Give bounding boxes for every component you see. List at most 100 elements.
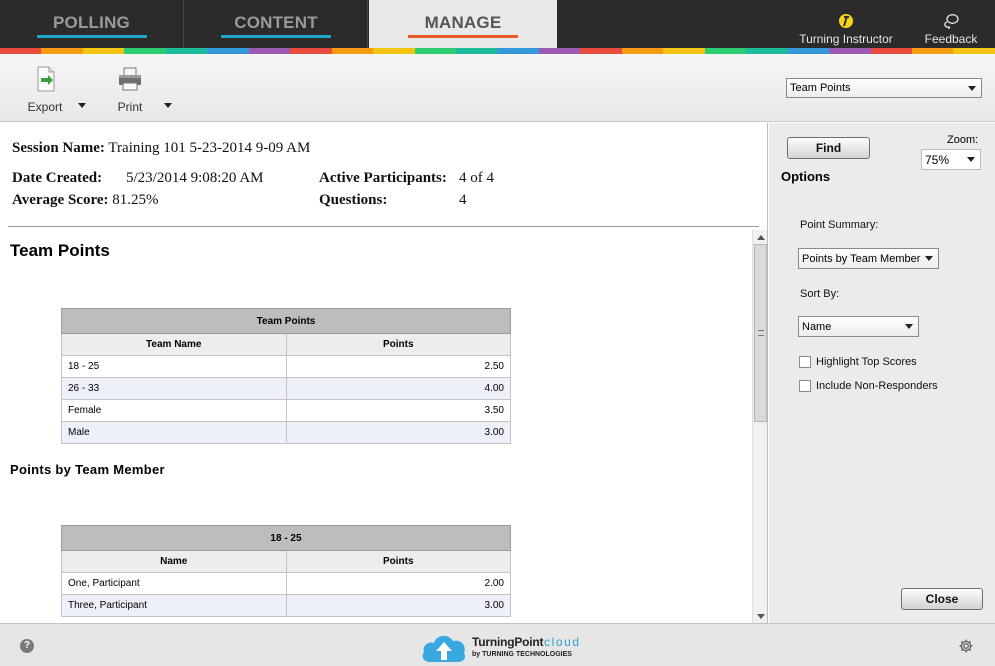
chat-bubble-icon	[944, 14, 959, 29]
footer: ? TurningPoint cloud by TURNING TECHNOLO…	[0, 623, 995, 666]
chevron-down-icon	[925, 256, 933, 261]
sort-by-label: Sort By:	[800, 288, 840, 300]
team-name-header: Team Name	[61, 333, 287, 356]
tab-polling-label: POLLING	[53, 13, 130, 32]
gear-icon[interactable]	[958, 638, 974, 654]
highlight-top-scores-checkbox[interactable]	[799, 356, 811, 368]
team-name-cell: 18 - 25	[61, 355, 287, 378]
table-row: Three, Participant 3.00	[61, 594, 512, 617]
options-title: Options	[781, 169, 831, 184]
team-name-cell: 26 - 33	[61, 377, 287, 400]
grip-icon	[758, 330, 764, 336]
report-subtitle: Points by Team Member	[10, 462, 165, 477]
zoom-value: 75%	[925, 153, 950, 167]
date-created: Date Created:	[12, 170, 102, 187]
brand-name: TurningPoint	[472, 635, 544, 649]
tab-manage-underline	[408, 35, 518, 38]
feedback-button[interactable]: Feedback	[918, 0, 984, 48]
table-row: 18 - 25 2.50	[61, 355, 511, 378]
export-button[interactable]: Export	[20, 64, 70, 116]
tab-manage-label: MANAGE	[424, 13, 502, 32]
team-name-cell: Male	[61, 421, 287, 444]
zoom-label: Zoom:	[947, 134, 979, 146]
export-dropdown-arrow[interactable]	[76, 100, 88, 112]
session-name-value: Training 101 5-23-2014 9-09 AM	[108, 140, 311, 156]
point-summary-value: Points by Team Member	[802, 253, 921, 265]
average-score: Average Score: 81.25%	[12, 192, 158, 209]
export-label: Export	[27, 100, 63, 114]
member-name-header: Name	[61, 550, 287, 573]
table-row: Male 3.00	[61, 421, 511, 444]
print-label: Print	[117, 100, 143, 114]
session-name-label: Session Name:	[12, 140, 105, 156]
active-participants: Active Participants:	[319, 170, 447, 187]
chevron-down-icon	[968, 86, 976, 91]
scroll-up-arrow-icon[interactable]	[757, 235, 765, 240]
turning-logo-icon	[839, 14, 853, 28]
scroll-down-arrow-icon[interactable]	[757, 614, 765, 619]
member-name-cell: One, Participant	[61, 572, 287, 595]
team-points-caption: Team Points	[61, 308, 511, 334]
brand-byline: by TURNING TECHNOLOGIES	[472, 651, 572, 658]
report-type-value: Team Points	[790, 82, 851, 94]
member-group-caption: 18 - 25	[61, 525, 511, 551]
report-title: Team Points	[10, 241, 110, 260]
points-header: Points	[285, 333, 511, 356]
tab-polling[interactable]: POLLING	[0, 0, 184, 48]
help-icon[interactable]: ?	[20, 639, 34, 653]
tab-content-underline	[221, 35, 331, 38]
average-score-label: Average Score:	[12, 192, 109, 208]
find-button[interactable]: Find	[787, 137, 870, 159]
tab-manage[interactable]: MANAGE	[369, 0, 557, 48]
member-points-header: Points	[285, 550, 512, 573]
toolbar: Export Print Team Points	[0, 54, 995, 122]
chevron-down-icon	[967, 157, 975, 162]
tab-polling-underline	[36, 35, 147, 38]
points-cell: 3.50	[285, 399, 511, 422]
points-cell: 4.00	[285, 377, 511, 400]
table-row: Female 3.50	[61, 399, 511, 422]
report-type-select[interactable]: Team Points	[786, 78, 982, 98]
print-dropdown-arrow[interactable]	[162, 100, 174, 112]
points-cell: 3.00	[285, 421, 511, 444]
point-summary-select[interactable]: Points by Team Member	[798, 248, 939, 269]
include-non-responders-label: Include Non-Responders	[816, 380, 938, 392]
report-pane: Session Name: Training 101 5-23-2014 9-0…	[0, 123, 768, 623]
scrollbar-thumb[interactable]	[754, 244, 767, 422]
top-nav: POLLING CONTENT MANAGE Turning Instructo…	[0, 0, 995, 48]
divider	[8, 226, 759, 227]
active-participants-label: Active Participants:	[319, 170, 447, 186]
team-name-cell: Female	[61, 399, 287, 422]
session-name: Session Name: Training 101 5-23-2014 9-0…	[12, 140, 310, 157]
tab-content[interactable]: CONTENT	[185, 0, 368, 48]
feedback-label: Feedback	[924, 32, 978, 46]
member-points-cell: 3.00	[285, 594, 512, 617]
team-points-table: Team Points Team Name Points 18 - 25 2.5…	[61, 308, 511, 444]
questions-value: 4	[459, 192, 467, 208]
cloud-upload-icon	[422, 635, 466, 662]
close-button[interactable]: Close	[901, 588, 983, 610]
turning-instructor-button[interactable]: Turning Instructor	[798, 0, 894, 48]
printer-icon	[119, 67, 141, 91]
options-pane: Find Zoom: 75% Options Point Summary: Po…	[769, 123, 995, 623]
highlight-top-scores-label: Highlight Top Scores	[816, 356, 917, 368]
average-score-value: 81.25%	[112, 192, 159, 208]
brand-cloud: cloud	[544, 635, 581, 649]
table-row: One, Participant 2.00	[61, 572, 512, 595]
include-non-responders-checkbox[interactable]	[799, 380, 811, 392]
questions-label: Questions:	[319, 192, 388, 208]
turningpoint-cloud-logo: TurningPoint cloud by TURNING TECHNOLOGI…	[420, 628, 600, 664]
zoom-select[interactable]: 75%	[921, 149, 981, 170]
chevron-down-icon	[905, 324, 913, 329]
print-button[interactable]: Print	[110, 64, 150, 116]
member-points-cell: 2.00	[285, 572, 512, 595]
questions: Questions:	[319, 192, 387, 209]
table-row: 26 - 33 4.00	[61, 377, 511, 400]
report-scrollbar[interactable]	[752, 230, 767, 623]
sort-by-select[interactable]: Name	[798, 316, 919, 337]
sort-by-value: Name	[802, 321, 832, 333]
date-created-label: Date Created:	[12, 170, 103, 186]
member-points-table: 18 - 25 Name Points One, Participant 2.0…	[61, 525, 512, 617]
tab-content-label: CONTENT	[234, 13, 318, 32]
date-created-value: 5/23/2014 9:08:20 AM	[126, 170, 264, 186]
